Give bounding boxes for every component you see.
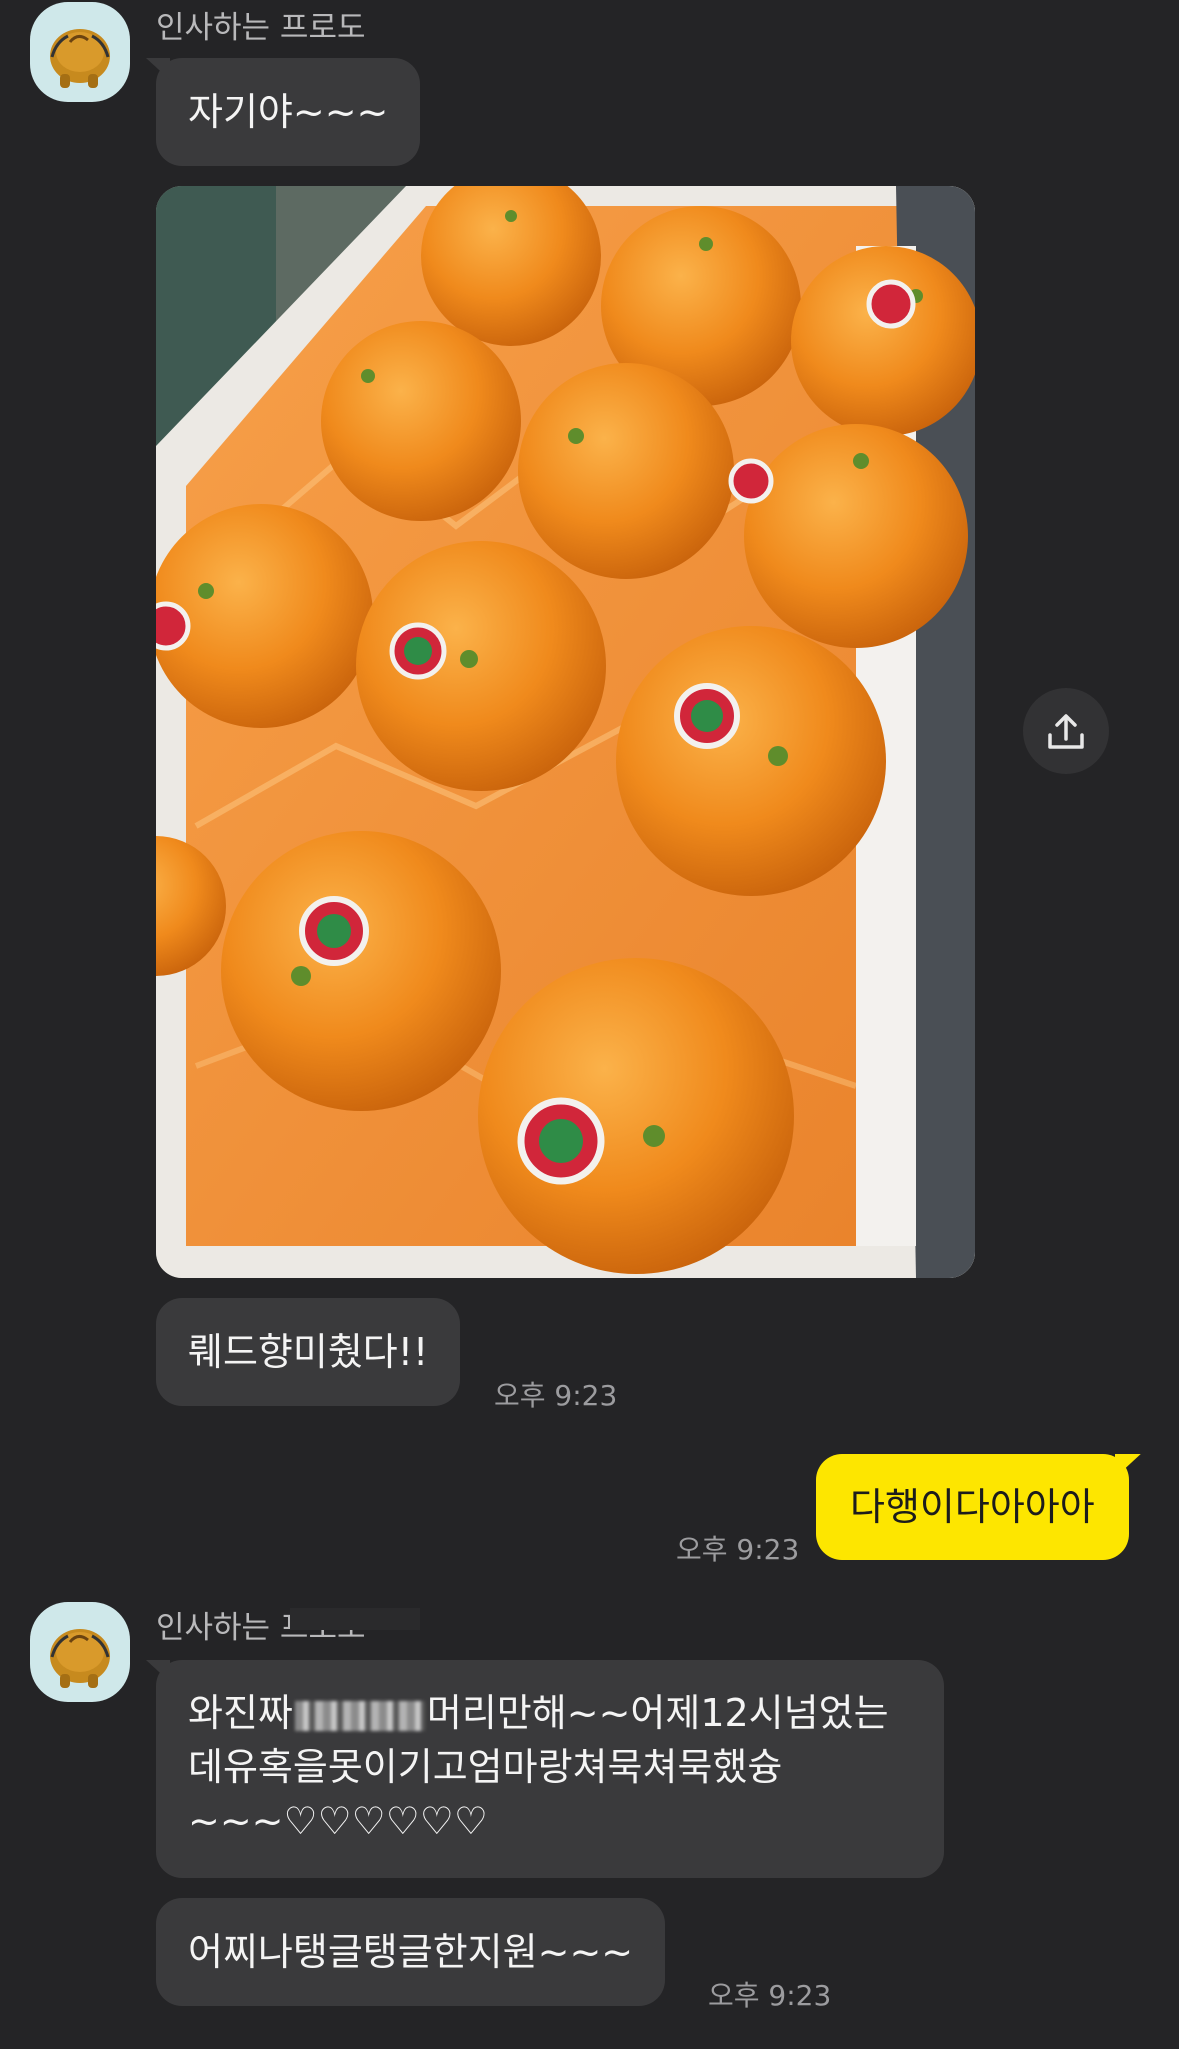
frodo-avatar-icon <box>50 1629 110 1688</box>
my-message-bubble[interactable]: 다행이다아아아 <box>816 1454 1129 1560</box>
message-text: 와진짜 <box>188 1691 293 1735</box>
share-button[interactable] <box>1023 688 1109 774</box>
message-bubble[interactable]: 어찌나탱글탱글한지원~~~ <box>156 1898 666 2006</box>
message-text: 다행이다아아아 <box>850 1485 1095 1529</box>
message-bubble[interactable]: 자기야~~~ <box>156 58 421 166</box>
share-upload-icon <box>1048 714 1084 749</box>
message-text: 자기야~~~ <box>188 90 389 134</box>
tangerine-box-image <box>156 186 975 1278</box>
message-time: 오후 9:23 <box>676 1533 800 1566</box>
message-line: 데유혹을못이기고엄마랑쳐묵쳐묵했슝 <box>188 1745 783 1789</box>
redaction-mask <box>290 1608 420 1630</box>
photo-message[interactable] <box>156 186 975 1278</box>
sender-name: 인사하는 프로도 <box>156 10 366 46</box>
frodo-avatar-icon <box>50 29 110 88</box>
message-text: 어찌나탱글탱글한지원~~~ <box>188 1930 634 1974</box>
message-line: ~~~♡♡♡♡♡♡ <box>188 1799 488 1843</box>
sender-avatar[interactable] <box>30 2 130 102</box>
message-text: 뤠드향미췄다!! <box>188 1330 429 1374</box>
message-time: 오후 9:23 <box>494 1379 618 1412</box>
message-bubble[interactable]: 뤠드향미췄다!! <box>156 1298 461 1406</box>
sender-avatar[interactable] <box>30 1602 130 1702</box>
redaction-blur <box>294 1700 425 1731</box>
message-line: 와진짜 머리만해~~어제12시넘었는 <box>188 1686 912 1740</box>
message-time: 오후 9:23 <box>708 1979 832 2012</box>
message-bubble[interactable]: 와진짜 머리만해~~어제12시넘었는 데유혹을못이기고엄마랑쳐묵쳐묵했슝 ~~~♡… <box>156 1660 944 1878</box>
message-text: 머리만해~~어제12시넘었는 <box>426 1691 889 1735</box>
